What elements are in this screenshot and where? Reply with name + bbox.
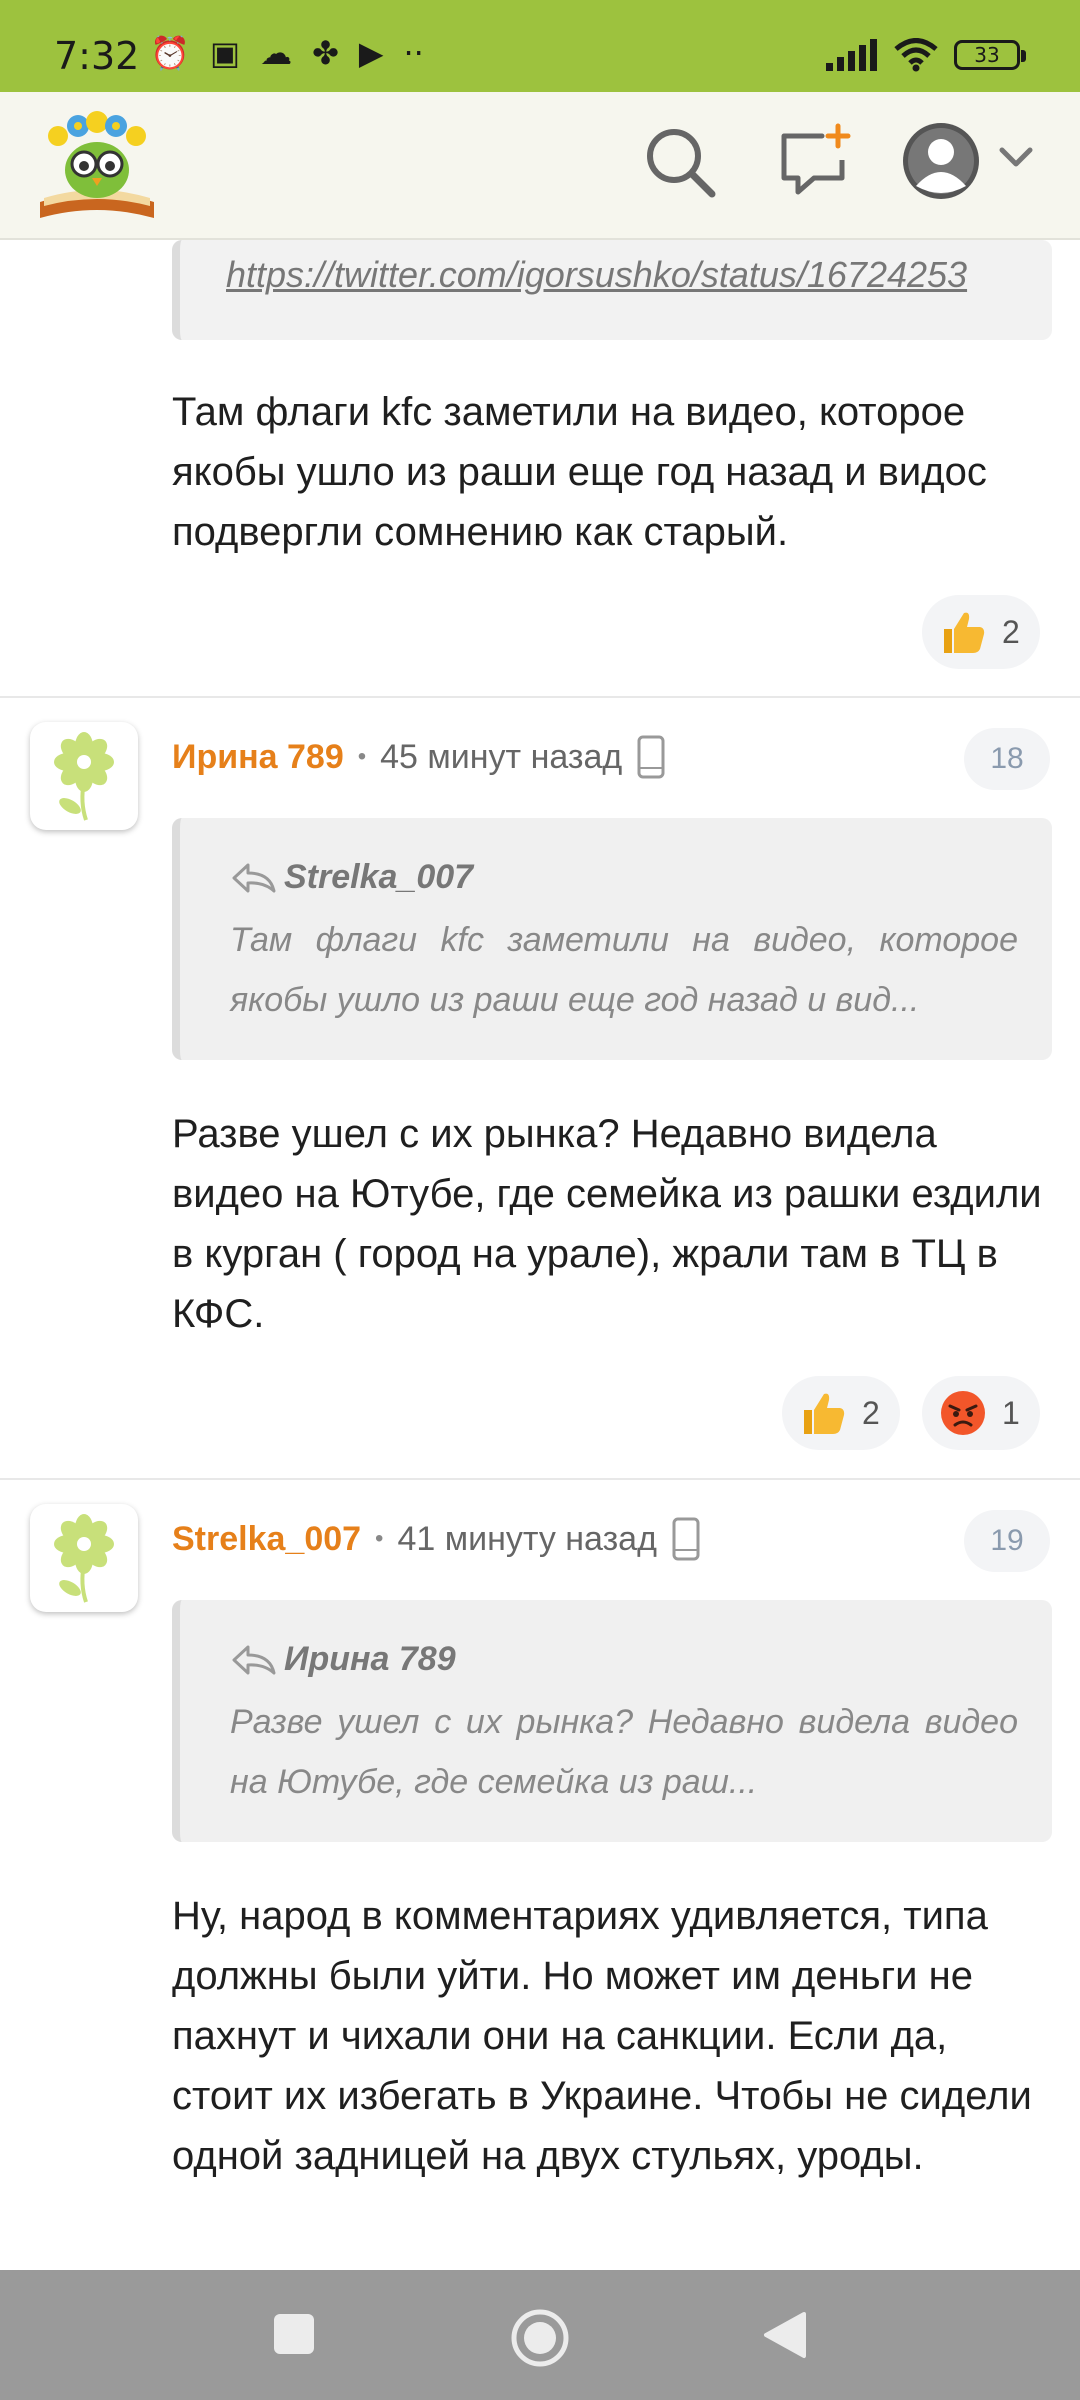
divider [0,696,1080,698]
comment-number[interactable]: 18 [964,728,1050,790]
quote-box[interactable]: Strelka_007 Там флаги kfc заметили на ви… [172,818,1052,1060]
status-left-icons: ⏰ ▣ ☁ ✤ ▶ ·· [150,36,424,70]
thumbs-up-icon [944,612,985,653]
wifi-icon [894,38,938,72]
quote-text: Там флаги kfc заметили на видео, которое… [230,921,1018,1019]
status-bar: 7:32 ⏰ ▣ ☁ ✤ ▶ ·· 33 [0,0,1080,92]
quote-author-row: Ирина 789 [230,1640,456,1679]
status-right-icons: 33 [826,38,1026,72]
site-logo[interactable] [34,106,160,224]
reaction-count: 1 [1002,1394,1020,1431]
back-icon[interactable] [760,2308,810,2362]
signal-icon [826,39,877,71]
reply-arrow-icon [232,1645,276,1674]
quote-text: Разве ушел с их рынка? Недавно видела ви… [230,1703,1018,1801]
reply-arrow-icon [232,863,276,892]
comment-meta: Ирина 789 • 45 минут назад [172,734,666,780]
reaction-count: 2 [862,1394,880,1431]
nfc-icon: ▣ [209,34,241,72]
app-icon: ✤ [312,34,339,72]
meta-separator: • [357,743,367,770]
divider [0,1478,1080,1480]
comment-meta: Strelka_007 • 41 минуту назад [172,1516,701,1562]
search-icon[interactable] [640,122,720,202]
reaction-angry[interactable]: 1 [922,1376,1040,1450]
comment-number[interactable]: 19 [964,1510,1050,1572]
meta-separator: • [375,1525,384,1552]
recent-apps-icon[interactable] [272,2308,316,2362]
reaction-like[interactable]: 2 [922,595,1040,669]
thumbs-up-icon [804,1393,845,1434]
comment-text: Ну, народ в комментариях удивляется, тип… [172,1894,1032,2178]
reaction-count: 2 [1002,613,1020,650]
reaction-like[interactable]: 2 [782,1376,900,1450]
play-icon: ▶ [358,34,384,72]
mobile-device-icon [637,735,665,779]
quote-author: Strelka_007 [284,858,474,896]
cloud-icon: ☁ [260,34,293,72]
alarm-icon: ⏰ [150,34,190,72]
comment-text: Там флаги kfc заметили на видео, которое… [172,390,987,554]
angry-face-icon [941,1391,985,1435]
flower-avatar-icon [54,1514,114,1603]
more-icon: ·· [403,34,424,72]
compose-icon[interactable] [776,122,856,202]
mobile-device-icon [672,1517,700,1561]
comment-text: Разве ушел с их рынка? Недавно видела ви… [172,1112,1042,1336]
comment-author[interactable]: Ирина 789 [172,738,344,777]
avatar[interactable] [30,1504,138,1612]
flower-avatar-icon [54,732,114,821]
system-nav-bar [0,2270,1080,2400]
quote-box[interactable]: Ирина 789 Разве ушел с их рынка? Недавно… [172,1600,1052,1842]
account-icon[interactable] [900,120,982,202]
twitter-link[interactable]: https://twitter.com/igorsushko/status/16… [226,254,1006,296]
comment-author[interactable]: Strelka_007 [172,1520,361,1559]
status-time: 7:32 [54,34,140,78]
quote-author: Ирина 789 [284,1640,456,1678]
chevron-down-icon[interactable] [996,142,1036,172]
link-quote-box: https://twitter.com/igorsushko/status/16… [172,240,1052,340]
avatar[interactable] [30,722,138,830]
comment-time: 45 минут назад [380,737,623,776]
app-header [0,92,1080,240]
home-icon[interactable] [510,2308,570,2368]
battery-indicator: 33 [954,40,1026,70]
quote-author-row: Strelka_007 [230,858,473,897]
comments-feed: https://twitter.com/igorsushko/status/16… [0,240,1080,2270]
comment-time: 41 минуту назад [397,1519,657,1558]
